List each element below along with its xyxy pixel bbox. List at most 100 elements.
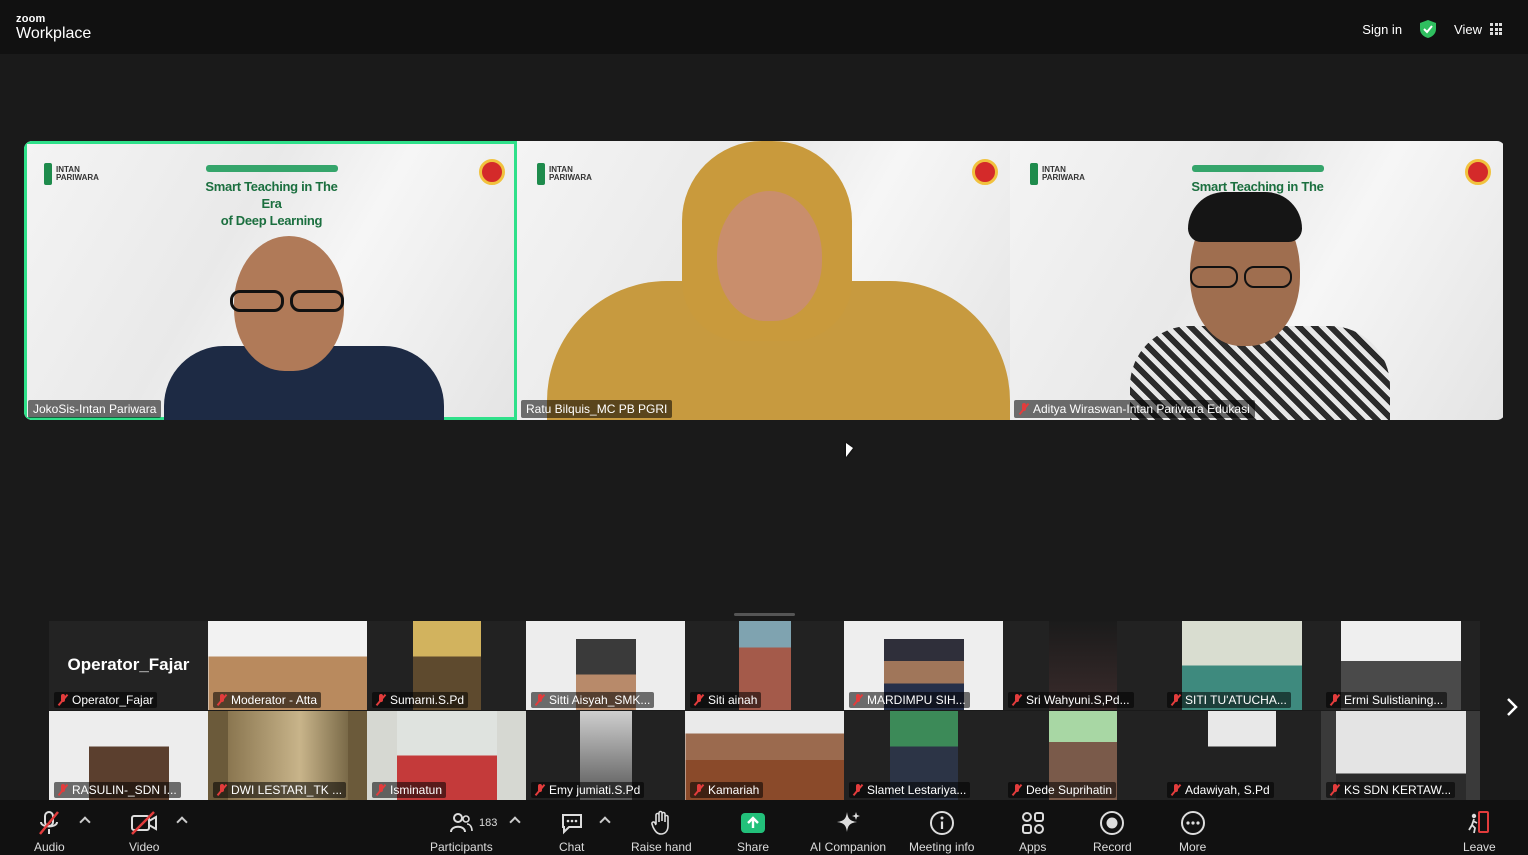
muted-mic-icon [1019,403,1029,415]
gallery-tile[interactable]: Kamariah [685,711,844,800]
pgri-badge-icon [1465,159,1491,185]
speaker-row: INTAN PARIWARA Smart Teaching in The Era o… [24,141,1505,420]
speaker-name-tag: Ratu Bilquis_MC PB PGRI [521,400,673,418]
record-button[interactable]: Record [1093,810,1132,854]
participant-name-tag: Operator_Fajar [54,692,158,708]
speaker-tile-joko[interactable]: INTAN PARIWARA Smart Teaching in The Era o… [24,141,517,420]
brand-large: Workplace [16,25,92,42]
gallery-tile[interactable]: Sri Wahyuni.S,Pd... [1003,621,1162,710]
audio-options-chevron-icon[interactable] [79,816,91,828]
participant-name-tag: Moderator - Atta [213,692,322,708]
gallery-tile[interactable]: MARDIMPU SIH... [844,621,1003,710]
chat-button[interactable]: Chat [559,810,584,854]
chat-icon [561,814,582,835]
mic-muted-icon [39,811,60,835]
next-page-arrow-icon[interactable] [1506,697,1518,717]
participant-name-tag: RASULIN-_SDN I... [54,782,181,798]
participant-name-tag: Kamariah [690,782,764,798]
video-options-chevron-icon[interactable] [176,816,188,828]
participant-name-tag: Ermi Sulistianing... [1326,692,1448,708]
apps-button[interactable]: Apps [1019,810,1046,854]
gallery-tile[interactable]: Ermi Sulistianing... [1321,621,1480,710]
brand-small: zoom [16,13,46,25]
audio-button[interactable]: Audio [34,810,65,854]
gallery-tile[interactable]: Dede Suprihatin [1003,711,1162,800]
speaker-video [164,236,464,420]
participant-name-tag: Isminatun [372,782,447,798]
gallery-tile[interactable]: Slamet Lestariya... [844,711,1003,800]
muted-mic-icon [376,784,386,796]
muted-mic-icon [217,694,227,706]
gallery-tile[interactable]: KS SDN KERTAW... [1321,711,1480,800]
participant-name-tag: Slamet Lestariya... [849,782,971,798]
intan-pariwara-logo: INTAN PARIWARA [44,163,99,185]
view-label: View [1454,21,1482,37]
gallery-tile[interactable]: Emy jumiati.S.Pd [526,711,685,800]
gallery-tile[interactable]: Isminatun [367,711,526,800]
muted-mic-icon [58,784,68,796]
muted-mic-icon [853,784,863,796]
speaker-tile-ratu[interactable]: INTAN PARIWARA Ratu Bilquis_MC PB PGRI [517,141,1010,420]
view-button[interactable]: View [1454,22,1502,37]
speaker-video [547,141,1010,420]
participant-name-tag: Sitti Aisyah_SMK... [531,692,655,708]
meeting-toolbar: Audio Video Participants 183 Chat Raise … [0,800,1528,855]
meeting-info-button[interactable]: Meeting info [909,810,974,854]
muted-mic-icon [1330,694,1340,706]
apps-icon [1021,812,1044,834]
participant-name-tag: DWI LESTARI_TK ... [213,782,347,798]
leave-door-icon [1468,811,1490,834]
gallery-tile[interactable]: SITI TU'ATUCHA... [1162,621,1321,710]
participant-name-tag: Sumarni.S.Pd [372,692,469,708]
gallery-grid: Operator_Fajar Operator_Fajar Moderator … [49,621,1481,800]
mouse-cursor-icon [846,443,853,457]
gallery-tile[interactable]: Siti ainah [685,621,844,710]
muted-mic-icon [58,694,68,706]
info-icon [929,811,954,835]
speaker-name-tag: JokoSis-Intan Pariwara [28,400,162,418]
gallery-tile[interactable]: Sitti Aisyah_SMK... [526,621,685,710]
top-bar: zoom Workplace Sign in View [0,0,1528,54]
raise-hand-icon [651,810,670,835]
gallery-resize-handle[interactable] [734,613,795,616]
muted-mic-icon [376,694,386,706]
pgri-badge-icon [479,159,505,185]
gallery-tile[interactable]: Moderator - Atta [208,621,367,710]
sparkle-icon [837,812,861,832]
record-icon [1100,811,1125,835]
more-button[interactable]: More [1179,810,1206,854]
share-button[interactable]: Share [737,810,769,854]
sign-in-link[interactable]: Sign in [1362,22,1402,37]
participant-name-tag: MARDIMPU SIH... [849,692,970,708]
participants-options-chevron-icon[interactable] [509,816,521,828]
speaker-tile-aditya[interactable]: INTANPARIWARA Smart Teaching in The Era … [1010,141,1503,420]
video-button[interactable]: Video [129,810,159,854]
gallery-tile[interactable]: Sumarni.S.Pd [367,621,526,710]
raise-hand-button[interactable]: Raise hand [631,810,692,854]
participants-icon [450,813,474,833]
participant-big-name: Operator_Fajar [67,655,190,674]
security-shield-icon[interactable] [1420,20,1437,38]
speaker-video [1130,192,1390,420]
leave-button[interactable]: Leave [1463,810,1496,854]
muted-mic-icon [1171,694,1181,706]
muted-mic-icon [1012,784,1022,796]
participant-name-tag: Dede Suprihatin [1008,782,1117,798]
muted-mic-icon [694,784,704,796]
zoom-workplace-logo: zoom Workplace [16,14,91,42]
gallery-tile[interactable]: DWI LESTARI_TK ... [208,711,367,800]
muted-mic-icon [217,784,227,796]
speaker-name-tag: Aditya Wiraswan-Intan Pariwara Edukasi [1014,400,1255,418]
participant-name-tag: Emy jumiati.S.Pd [531,782,645,798]
participant-name-tag: KS SDN KERTAW... [1326,782,1456,798]
gallery-tile[interactable]: RASULIN-_SDN I... [49,711,208,800]
more-options-icon [1180,811,1205,835]
muted-mic-icon [1012,694,1022,706]
gallery-tile[interactable]: Operator_Fajar Operator_Fajar [49,621,208,710]
participant-name-tag: SITI TU'ATUCHA... [1167,692,1291,708]
gallery-tile[interactable]: Adawiyah, S.Pd [1162,711,1321,800]
chat-options-chevron-icon[interactable] [599,816,611,828]
video-off-icon [131,811,158,835]
ai-companion-button[interactable]: AI Companion [810,810,886,854]
participant-name-tag: Siti ainah [690,692,762,708]
